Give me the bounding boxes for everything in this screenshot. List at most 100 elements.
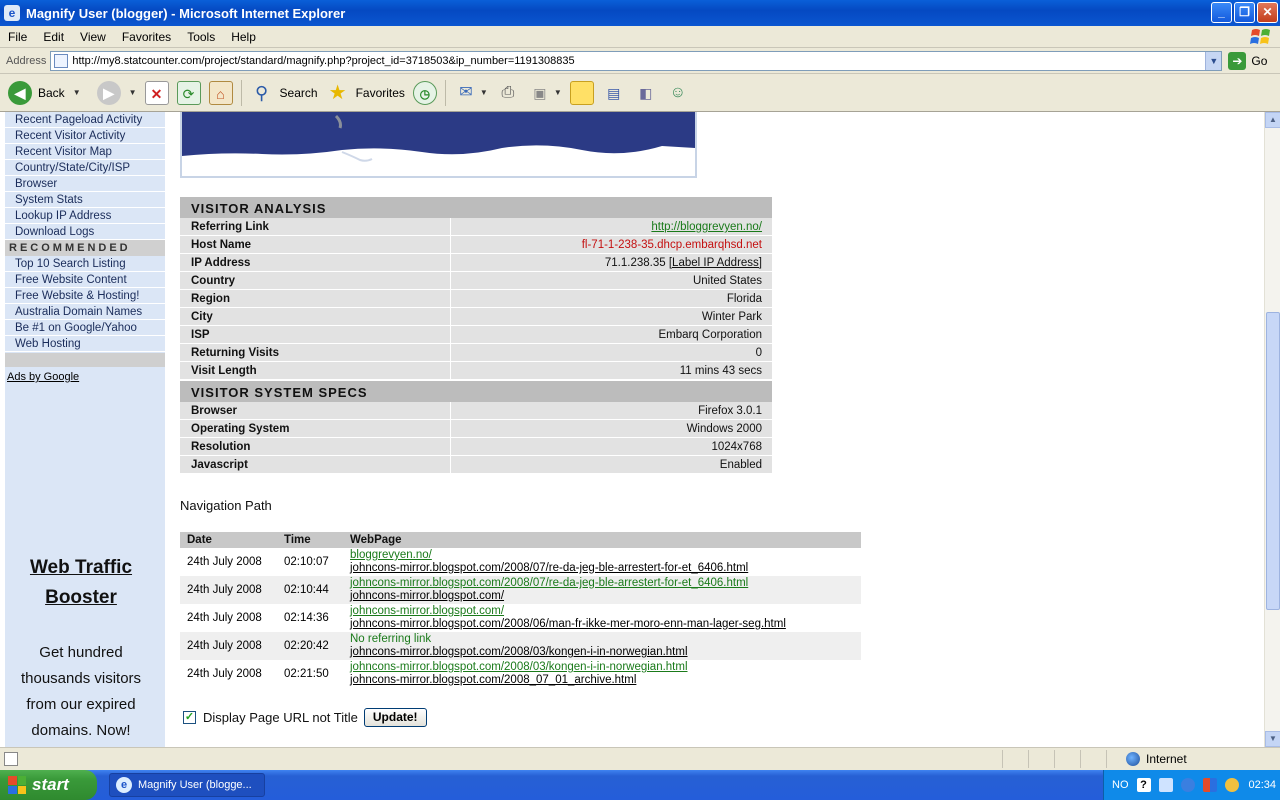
status-divider <box>1106 750 1107 768</box>
menu-favorites[interactable]: Favorites <box>114 30 179 44</box>
menu-file[interactable]: File <box>0 30 35 44</box>
star-icon: ★ <box>328 81 347 104</box>
globe-tray-icon[interactable] <box>1224 778 1239 792</box>
table-row: Country United States <box>180 272 772 290</box>
history-button[interactable]: ◷ <box>412 78 437 108</box>
mail-dropdown-icon[interactable]: ▼ <box>480 88 488 97</box>
nav-webpage: bloggrevyen.no/ johncons-mirror.blogspot… <box>343 548 861 576</box>
edit-button[interactable]: ▣ ▼ <box>528 78 562 108</box>
nav-time: 02:14:36 <box>284 612 329 624</box>
update-button[interactable]: Update! <box>363 708 427 727</box>
scrollbar-thumb[interactable] <box>1266 312 1280 610</box>
sidebar-item-free-content[interactable]: Free Website Content <box>5 272 165 288</box>
title-bar: e Magnify User (blogger) - Microsoft Int… <box>0 0 1280 26</box>
language-indicator[interactable]: NO <box>1112 779 1129 791</box>
notes-button[interactable] <box>569 78 594 108</box>
address-url[interactable]: http://my8.statcounter.com/project/stand… <box>72 55 574 67</box>
go-button[interactable]: ➔ Go <box>1228 51 1267 70</box>
menu-tools[interactable]: Tools <box>179 30 223 44</box>
vertical-scrollbar[interactable]: ▲ ▼ <box>1264 112 1280 747</box>
nav-referrer-link[interactable]: johncons-mirror.blogspot.com/ <box>350 605 861 618</box>
back-dropdown-icon[interactable]: ▼ <box>73 88 81 97</box>
ad-title-line[interactable]: Web Traffic <box>5 553 157 583</box>
table-row: 24th July 2008 02:20:42 No referring lin… <box>180 632 861 660</box>
favorites-label: Favorites <box>355 85 405 100</box>
forward-dropdown-icon[interactable]: ▼ <box>129 88 137 97</box>
nav-time: 02:20:42 <box>284 640 329 652</box>
navigation-table-header: Date Time WebPage <box>180 532 861 548</box>
app-tray-icon[interactable] <box>1202 778 1217 792</box>
address-dropdown-icon[interactable]: ▼ <box>1205 51 1222 70</box>
nav-page-link[interactable]: johncons-mirror.blogspot.com/2008/03/kon… <box>350 646 861 659</box>
tools-button[interactable]: ◧ <box>634 78 658 108</box>
search-button[interactable]: ⚲ Search <box>250 78 318 108</box>
nav-referrer-link[interactable]: johncons-mirror.blogspot.com/2008/03/kon… <box>350 661 861 674</box>
help-icon[interactable]: ? <box>1136 778 1151 792</box>
mail-button[interactable]: ✉ ▼ <box>454 78 488 108</box>
start-button[interactable]: start <box>0 770 97 800</box>
sidebar-item-web-hosting[interactable]: Web Hosting <box>5 336 165 352</box>
sidebar-item-system-stats[interactable]: System Stats <box>5 192 165 208</box>
sidebar-item-recent-pageload[interactable]: Recent Pageload Activity <box>5 112 165 128</box>
row-value: Firefox 3.0.1 <box>698 405 762 417</box>
nav-referrer-link[interactable]: bloggrevyen.no/ <box>350 549 861 562</box>
contacts-button[interactable]: ☺ <box>666 78 690 108</box>
row-value: 0 <box>755 347 762 359</box>
sidebar-item-lookup-ip[interactable]: Lookup IP Address <box>5 208 165 224</box>
sidebar-item-be-first[interactable]: Be #1 on Google/Yahoo <box>5 320 165 336</box>
network-icon[interactable] <box>1158 778 1173 792</box>
status-divider <box>1028 750 1029 768</box>
back-button[interactable]: ◀ Back ▼ <box>8 78 81 108</box>
sidebar-item-visitor-map[interactable]: Recent Visitor Map <box>5 144 165 160</box>
favorites-button[interactable]: ★ Favorites <box>326 78 405 108</box>
edit-dropdown-icon[interactable]: ▼ <box>554 88 562 97</box>
nav-page-link[interactable]: johncons-mirror.blogspot.com/ <box>350 590 861 603</box>
messenger-button[interactable]: ▤ <box>602 78 626 108</box>
nav-page-link[interactable]: johncons-mirror.blogspot.com/2008/06/man… <box>350 618 861 631</box>
nav-referrer-link[interactable]: johncons-mirror.blogspot.com/2008/07/re-… <box>350 577 861 590</box>
back-tray-icon[interactable] <box>1180 778 1195 792</box>
home-button[interactable]: ⌂ <box>208 78 233 108</box>
visitor-analysis-heading: VISITOR ANALYSIS <box>180 196 772 218</box>
ads-by-google-link[interactable]: Ads by Google <box>7 371 165 383</box>
ad-title-line[interactable]: Booster <box>5 583 157 613</box>
sidebar-item-australia-domains[interactable]: Australia Domain Names <box>5 304 165 320</box>
stop-button[interactable]: ✕ <box>144 78 169 108</box>
status-divider <box>1054 750 1055 768</box>
scroll-down-icon[interactable]: ▼ <box>1265 731 1280 747</box>
row-key: City <box>180 308 451 325</box>
sidebar-item-free-hosting[interactable]: Free Website & Hosting! <box>5 288 165 304</box>
sidebar-item-recent-visitor[interactable]: Recent Visitor Activity <box>5 128 165 144</box>
back-label: Back <box>38 85 65 100</box>
nav-page-link[interactable]: johncons-mirror.blogspot.com/2008_07_01_… <box>350 674 861 687</box>
print-button[interactable]: ⎙ <box>496 78 520 108</box>
ip-address-cell: 71.1.238.35 [Label IP Address] <box>451 254 772 271</box>
sidebar-item-top10[interactable]: Top 10 Search Listing <box>5 256 165 272</box>
referring-link[interactable]: http://bloggrevyen.no/ <box>451 218 772 235</box>
close-button[interactable]: ✕ <box>1257 2 1278 23</box>
nav-page-link[interactable]: johncons-mirror.blogspot.com/2008/07/re-… <box>350 562 861 575</box>
ad-body-line: Get hundred <box>39 644 123 661</box>
row-key: ISP <box>180 326 451 343</box>
row-value: Winter Park <box>701 311 762 323</box>
start-label: start <box>32 775 69 794</box>
minimize-button[interactable]: _ <box>1211 2 1232 23</box>
refresh-button[interactable]: ⟳ <box>176 78 201 108</box>
menu-help[interactable]: Help <box>223 30 264 44</box>
address-input[interactable]: http://my8.statcounter.com/project/stand… <box>50 50 1223 71</box>
sidebar-item-browser[interactable]: Browser <box>5 176 165 192</box>
display-url-checkbox[interactable]: ✓ <box>183 711 196 724</box>
row-value: Windows 2000 <box>686 423 762 435</box>
taskbar-item-ie[interactable]: e Magnify User (blogge... <box>109 773 265 797</box>
forward-button[interactable]: ▶ ▼ <box>96 78 137 108</box>
ad-title-link[interactable]: Web Traffic Booster <box>5 553 157 613</box>
label-ip-address-link[interactable]: [Label IP Address] <box>669 257 762 269</box>
sidebar-item-country[interactable]: Country/State/City/ISP <box>5 160 165 176</box>
menu-edit[interactable]: Edit <box>35 30 72 44</box>
scroll-up-icon[interactable]: ▲ <box>1265 112 1280 128</box>
table-row: Region Florida <box>180 290 772 308</box>
navigation-table: Date Time WebPage 24th July 2008 02:10:0… <box>180 532 861 688</box>
sidebar-item-download-logs[interactable]: Download Logs <box>5 224 165 240</box>
maximize-button[interactable]: ❐ <box>1234 2 1255 23</box>
menu-view[interactable]: View <box>72 30 114 44</box>
